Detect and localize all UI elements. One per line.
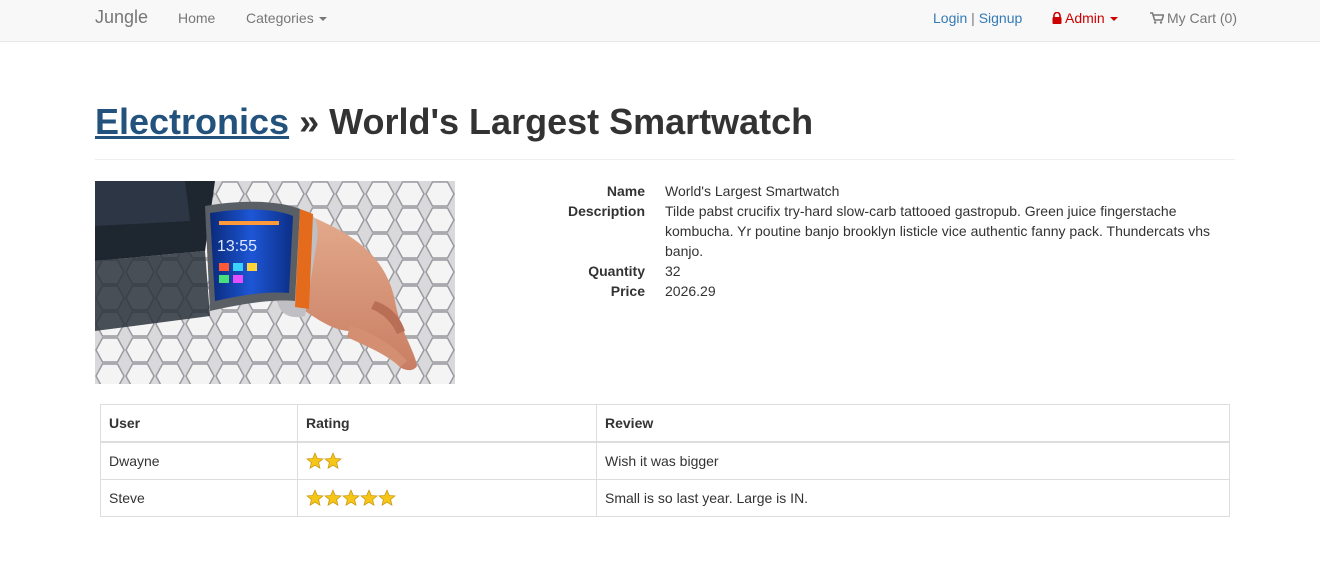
star-icon bbox=[342, 489, 360, 507]
detail-row-description: Description Tilde pabst crucifix try-har… bbox=[540, 201, 1230, 261]
page-header: Electronics » World's Largest Smartwatch bbox=[95, 100, 1235, 160]
product-image: 13:55 bbox=[95, 181, 455, 384]
detail-row-price: Price 2026.29 bbox=[540, 281, 1230, 301]
price-label: Price bbox=[610, 283, 645, 299]
admin-dropdown[interactable]: Admin bbox=[1052, 10, 1118, 26]
quantity-label: Quantity bbox=[588, 263, 645, 279]
nav-categories-label: Categories bbox=[246, 10, 314, 26]
review-user: Dwayne bbox=[100, 441, 298, 480]
product-details: Name World's Largest Smartwatch Descript… bbox=[540, 181, 1230, 301]
star-icon bbox=[378, 489, 396, 507]
quantity-value: 32 bbox=[665, 263, 681, 279]
login-link[interactable]: Login bbox=[933, 10, 967, 26]
top-navbar: Jungle Home Categories Login | Signup Ad… bbox=[0, 0, 1320, 42]
review-text: Wish it was bigger bbox=[596, 441, 1230, 480]
review-text: Small is so last year. Large is IN. bbox=[596, 479, 1230, 517]
lock-icon bbox=[1052, 12, 1062, 24]
description-label: Description bbox=[567, 203, 645, 219]
column-header-user: User bbox=[100, 404, 298, 443]
cart-link[interactable]: My Cart (0) bbox=[1150, 10, 1237, 26]
star-icon bbox=[306, 452, 324, 470]
rating-stars bbox=[306, 452, 342, 470]
signup-link[interactable]: Signup bbox=[979, 10, 1023, 26]
description-value: Tilde pabst crucifix try-hard slow-carb … bbox=[665, 203, 1211, 259]
smartwatch-photo: 13:55 bbox=[95, 181, 455, 384]
price-value: 2026.29 bbox=[665, 283, 716, 299]
name-value: World's Largest Smartwatch bbox=[665, 183, 840, 199]
page-title: Electronics » World's Largest Smartwatch bbox=[95, 100, 1235, 144]
rating-stars bbox=[306, 489, 396, 507]
svg-text:13:55: 13:55 bbox=[217, 238, 257, 255]
brand-link[interactable]: Jungle bbox=[95, 7, 148, 28]
admin-label: Admin bbox=[1065, 10, 1105, 26]
table-header-row: User Rating Review bbox=[100, 404, 1230, 443]
auth-separator: | bbox=[971, 10, 975, 26]
auth-links: Login | Signup bbox=[933, 10, 1022, 26]
review-user: Steve bbox=[100, 479, 298, 517]
cart-label: My Cart (0) bbox=[1167, 10, 1237, 26]
shopping-cart-icon bbox=[1150, 12, 1164, 24]
review-rating bbox=[297, 479, 597, 517]
chevron-down-icon bbox=[1109, 17, 1118, 22]
table-row: Steve Small is so last year. Large is IN… bbox=[100, 479, 1230, 517]
column-header-review: Review bbox=[596, 404, 1230, 443]
product-title: World's Largest Smartwatch bbox=[329, 101, 814, 142]
star-icon bbox=[360, 489, 378, 507]
star-icon bbox=[324, 489, 342, 507]
nav-home[interactable]: Home bbox=[178, 10, 215, 26]
star-icon bbox=[306, 489, 324, 507]
breadcrumb-separator: » bbox=[299, 101, 320, 142]
name-label: Name bbox=[606, 183, 645, 199]
detail-row-name: Name World's Largest Smartwatch bbox=[540, 181, 1230, 201]
detail-row-quantity: Quantity 32 bbox=[540, 261, 1230, 281]
category-breadcrumb-link[interactable]: Electronics bbox=[95, 101, 289, 142]
star-icon bbox=[324, 452, 342, 470]
column-header-rating: Rating bbox=[297, 404, 597, 443]
review-rating bbox=[297, 441, 597, 480]
chevron-down-icon bbox=[318, 17, 327, 22]
nav-categories-dropdown[interactable]: Categories bbox=[246, 10, 327, 26]
table-row: Dwayne Wish it was bigger bbox=[100, 441, 1230, 480]
reviews-table: User Rating Review Dwayne Wish it was bi… bbox=[100, 404, 1230, 517]
